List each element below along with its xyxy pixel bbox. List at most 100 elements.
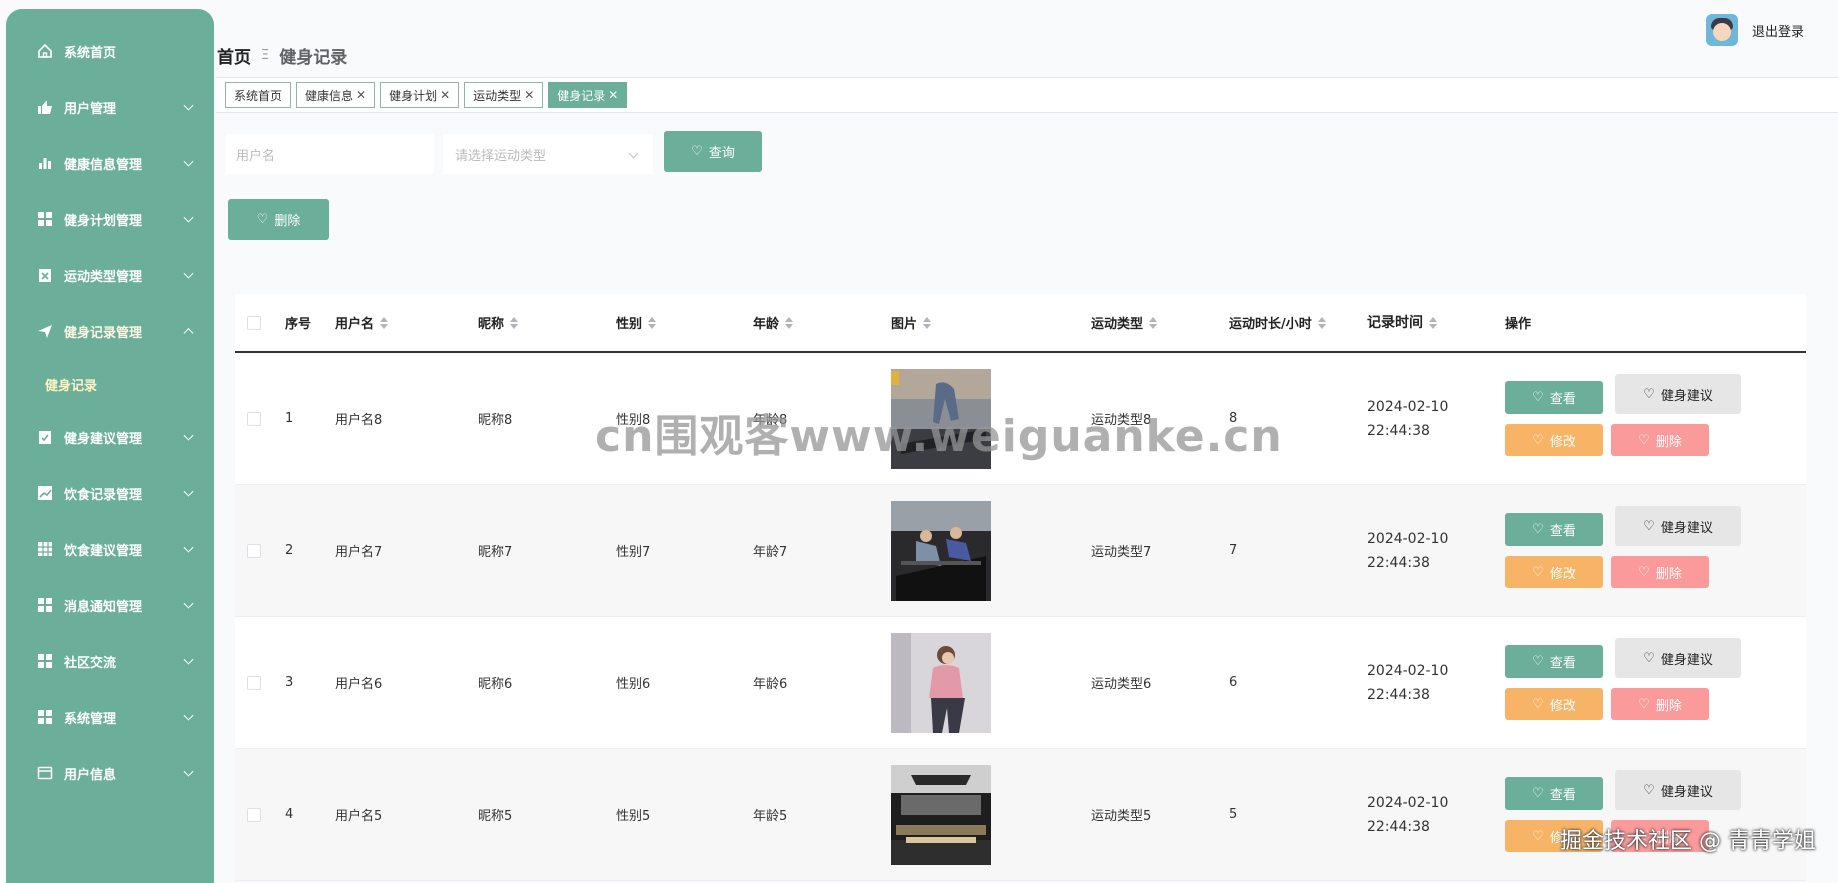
- sidebar-item-label: 系统首页: [64, 45, 117, 61]
- sidebar-item-fitness-advice[interactable]: 健身建议管理: [6, 409, 214, 465]
- chevron-down-icon: [183, 212, 194, 223]
- sidebar-item-user-info[interactable]: 用户信息: [6, 745, 214, 801]
- edit-button[interactable]: ♡ 修改: [1505, 424, 1603, 456]
- record-photo[interactable]: [891, 764, 991, 865]
- sidebar-item-fitness-plan[interactable]: 健身计划管理: [6, 191, 214, 247]
- heart-icon: ♡: [1643, 782, 1655, 798]
- sidebar-item-label: 用户信息: [64, 767, 117, 783]
- sidebar-item-system[interactable]: 系统管理: [6, 689, 214, 745]
- sidebar-item-notifications[interactable]: 消息通知管理: [6, 577, 214, 633]
- edit-button[interactable]: ♡ 修改: [1505, 556, 1603, 588]
- table-row: 2 用户名7 昵称7 性别7 年龄7 运动类型7 7 2024-02-10 22…: [235, 485, 1806, 617]
- header-username[interactable]: 用户名: [335, 313, 478, 332]
- cell-time: 2024-02-10 22:44:38: [1367, 398, 1449, 439]
- sidebar-item-label: 饮食记录管理: [64, 487, 143, 503]
- fitness-advice-button[interactable]: ♡ 健身建议: [1615, 506, 1741, 546]
- sidebar-item-community[interactable]: 社区交流: [6, 633, 214, 689]
- button-label: 删除: [1655, 830, 1682, 846]
- close-icon[interactable]: ✕: [356, 88, 366, 102]
- tab-fitness-record[interactable]: 健身记录 ✕: [548, 82, 628, 108]
- chevron-down-icon: [183, 710, 194, 721]
- row-checkbox[interactable]: [247, 807, 261, 822]
- fitness-advice-button[interactable]: ♡ 健身建议: [1615, 374, 1741, 414]
- fitness-advice-button[interactable]: ♡ 健身建议: [1615, 770, 1741, 810]
- header-sex[interactable]: 性别: [616, 313, 753, 332]
- cell-age: 年龄8: [753, 413, 788, 428]
- tab-label: 系统首页: [234, 88, 283, 103]
- sort-icon[interactable]: [1317, 316, 1326, 329]
- records-table: 序号 用户名 昵称 性别 年龄 图片 运动类型 运动时长/小时 记录时间 操作 …: [235, 294, 1806, 881]
- breadcrumb-separator: Ξ: [261, 48, 270, 63]
- edit-button[interactable]: ♡ 修改: [1505, 820, 1603, 852]
- view-button[interactable]: ♡ 查看: [1505, 777, 1603, 810]
- sidebar-item-label: 健身记录管理: [64, 325, 143, 341]
- header-duration[interactable]: 运动时长/小时: [1229, 313, 1367, 332]
- tab-health-info[interactable]: 健康信息 ✕: [296, 82, 376, 108]
- sort-icon[interactable]: [648, 316, 657, 329]
- heart-icon: ♡: [1638, 432, 1650, 448]
- sidebar-item-home[interactable]: 系统首页: [6, 23, 214, 79]
- record-photo[interactable]: [891, 500, 991, 601]
- grid-icon: [36, 708, 54, 726]
- sidebar-item-label: 运动类型管理: [64, 269, 143, 285]
- sort-icon[interactable]: [785, 316, 794, 329]
- avatar[interactable]: [1705, 14, 1738, 46]
- chevron-down-icon: [183, 430, 194, 441]
- tab-home[interactable]: 系统首页: [225, 82, 292, 108]
- sort-icon[interactable]: [510, 316, 519, 329]
- view-button[interactable]: ♡ 查看: [1505, 381, 1603, 414]
- row-checkbox[interactable]: [247, 411, 261, 426]
- select-all-checkbox[interactable]: [247, 315, 261, 330]
- view-button[interactable]: ♡ 查看: [1505, 645, 1603, 678]
- sort-icon[interactable]: [1429, 316, 1437, 329]
- tab-fitness-plan[interactable]: 健身计划 ✕: [380, 82, 460, 108]
- sidebar-item-label: 系统管理: [64, 711, 117, 727]
- sidebar-item-label: 健身计划管理: [64, 213, 143, 229]
- sort-icon[interactable]: [923, 316, 932, 329]
- select-placeholder: 请选择运动类型: [455, 148, 547, 164]
- chevron-down-icon: [183, 486, 194, 497]
- exercise-type-select[interactable]: 请选择运动类型: [443, 134, 653, 174]
- delete-button[interactable]: ♡ 删除: [1611, 424, 1709, 456]
- sidebar-item-diet-advice[interactable]: 饮食建议管理: [6, 521, 214, 577]
- close-icon[interactable]: ✕: [524, 88, 534, 102]
- chevron-down-icon: [183, 156, 194, 167]
- row-checkbox[interactable]: [247, 543, 261, 558]
- record-photo[interactable]: [891, 632, 991, 733]
- button-label: 查询: [708, 146, 735, 161]
- query-button[interactable]: ♡ 查询: [664, 131, 762, 172]
- close-icon[interactable]: ✕: [608, 88, 618, 102]
- tab-label: 健身计划: [389, 88, 438, 103]
- sidebar-item-health-info[interactable]: 健康信息管理: [6, 135, 214, 191]
- sidebar-subitem-fitness-record[interactable]: 健身记录: [6, 359, 214, 409]
- heart-icon: ♡: [1638, 696, 1650, 712]
- delete-button[interactable]: ♡ 删除: [1611, 556, 1709, 588]
- view-button[interactable]: ♡ 查看: [1505, 513, 1603, 546]
- trend-icon: [36, 484, 54, 502]
- header-type[interactable]: 运动类型: [1091, 313, 1229, 332]
- header-age[interactable]: 年龄: [753, 313, 891, 332]
- batch-delete-button[interactable]: ♡ 删除: [228, 199, 329, 240]
- sidebar-item-user-management[interactable]: 用户管理: [6, 79, 214, 135]
- clipboard-check-icon: [36, 428, 54, 446]
- breadcrumb-home[interactable]: 首页: [217, 43, 251, 68]
- record-photo[interactable]: [891, 368, 991, 469]
- logout-button[interactable]: 退出登录: [1752, 21, 1804, 40]
- sidebar-item-exercise-type[interactable]: 运动类型管理: [6, 247, 214, 303]
- tab-exercise-type[interactable]: 运动类型 ✕: [464, 82, 544, 108]
- edit-button[interactable]: ♡ 修改: [1505, 688, 1603, 720]
- sort-icon[interactable]: [1149, 316, 1158, 329]
- sidebar-item-fitness-record[interactable]: 健身记录管理: [6, 303, 214, 359]
- fitness-advice-button[interactable]: ♡ 健身建议: [1615, 638, 1741, 678]
- header-nickname[interactable]: 昵称: [478, 313, 616, 332]
- tab-label: 运动类型: [473, 88, 522, 103]
- header-image[interactable]: 图片: [891, 313, 1091, 332]
- close-icon[interactable]: ✕: [440, 88, 450, 102]
- sort-icon[interactable]: [380, 316, 389, 329]
- delete-button[interactable]: ♡ 删除: [1611, 820, 1709, 852]
- username-search-input[interactable]: 用户名: [226, 134, 434, 174]
- row-checkbox[interactable]: [247, 675, 261, 690]
- sidebar-item-diet-record[interactable]: 饮食记录管理: [6, 465, 214, 521]
- header-time[interactable]: 记录时间: [1367, 311, 1505, 335]
- delete-button[interactable]: ♡ 删除: [1611, 688, 1709, 720]
